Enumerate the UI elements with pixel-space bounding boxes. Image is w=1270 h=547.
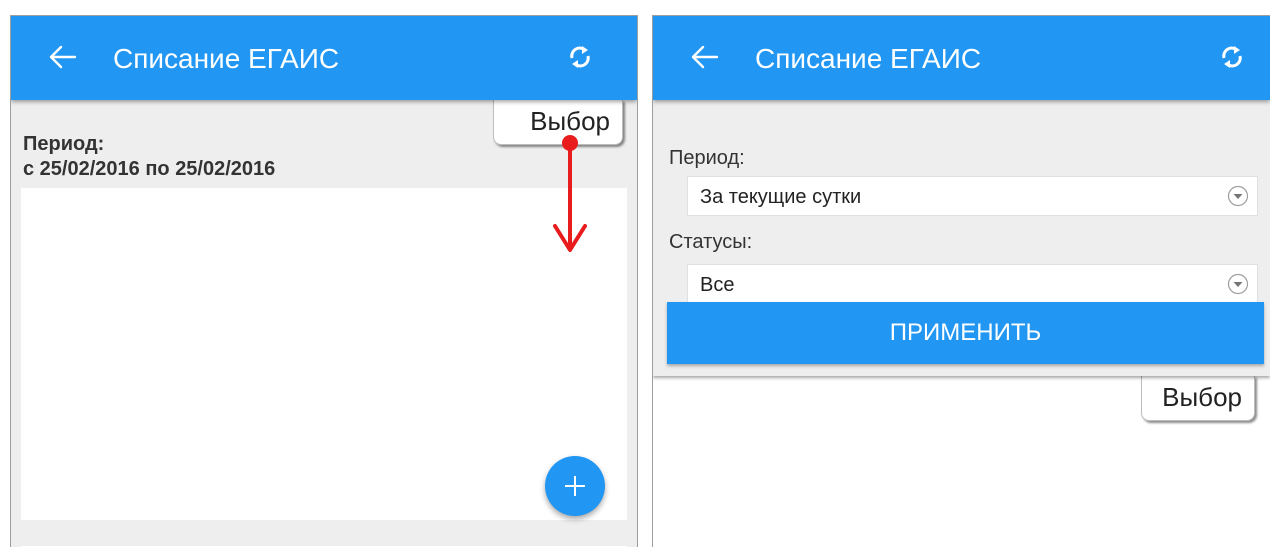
chevron-down-icon <box>1227 273 1249 295</box>
filter-panel: Период: За текущие сутки Статусы: Все ПР… <box>653 100 1270 376</box>
app-bar: Списание ЕГАИС <box>653 16 1270 100</box>
chevron-down-icon <box>1227 185 1249 207</box>
status-select[interactable]: Все <box>687 264 1258 304</box>
arrow-left-icon[interactable] <box>47 40 77 74</box>
apply-button[interactable]: ПРИМЕНИТЬ <box>667 302 1264 364</box>
right-screen: Списание ЕГАИС Период: За текущие сутки … <box>652 15 1270 547</box>
filter-tab[interactable]: Выбор <box>1141 376 1255 421</box>
app-bar: Списание ЕГАИС <box>11 16 637 100</box>
status-label: Статусы: <box>669 231 753 253</box>
period-select[interactable]: За текущие сутки <box>687 176 1258 216</box>
period-range: с 25/02/2016 по 25/02/2016 <box>23 158 276 180</box>
document-list <box>21 188 627 520</box>
filter-tab-label: Выбор <box>530 106 610 136</box>
screen-title: Списание ЕГАИС <box>113 43 340 74</box>
period-label: Период: <box>23 133 105 155</box>
screen-title: Списание ЕГАИС <box>755 43 982 74</box>
filter-tab[interactable]: Выбор <box>493 100 623 145</box>
add-button[interactable] <box>545 456 605 516</box>
period-label: Период: <box>669 147 745 169</box>
left-screen: Списание ЕГАИС Период: с 25/02/2016 по 2… <box>10 15 638 547</box>
status-select-value: Все <box>700 274 735 296</box>
period-select-value: За текущие сутки <box>700 186 862 208</box>
refresh-icon[interactable] <box>567 44 593 70</box>
plus-icon <box>565 476 585 496</box>
arrow-left-icon[interactable] <box>689 40 719 74</box>
filter-tab-label: Выбор <box>1162 382 1242 412</box>
refresh-icon[interactable] <box>1219 44 1245 70</box>
